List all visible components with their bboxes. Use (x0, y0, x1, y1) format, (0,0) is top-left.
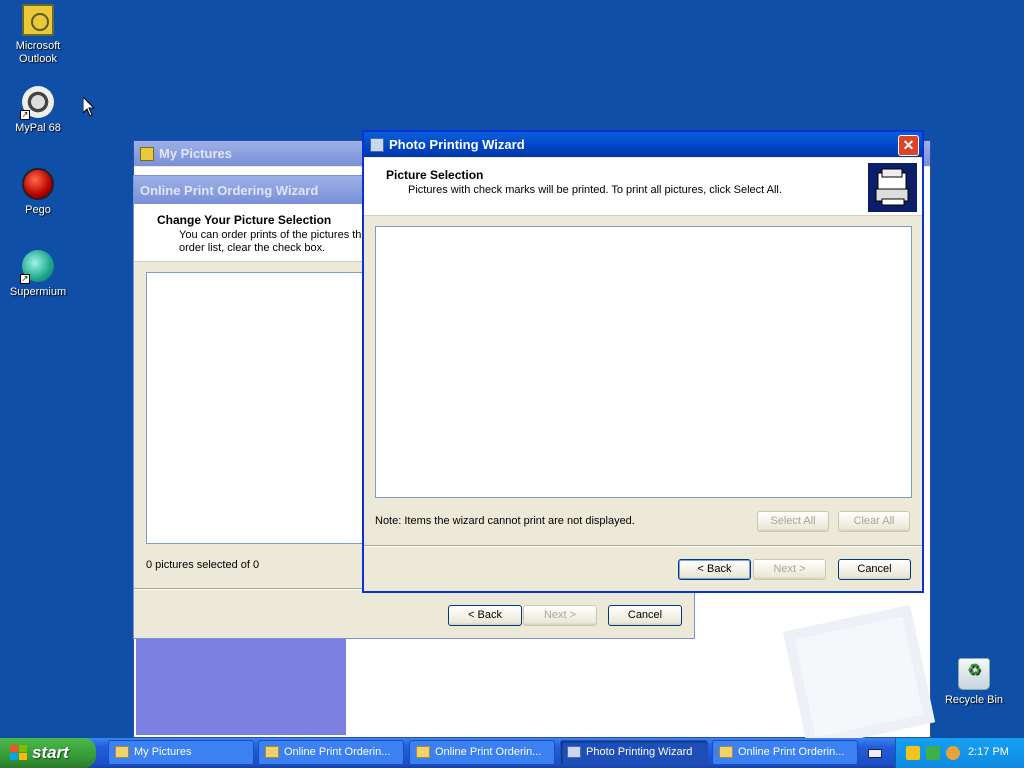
select-all-button[interactable]: Select All (757, 511, 829, 532)
picture-selection-list[interactable] (375, 226, 912, 498)
next-button[interactable]: Next > (523, 605, 597, 626)
mouse-cursor-icon (83, 97, 95, 117)
next-button[interactable]: Next > (753, 559, 826, 580)
folder-icon (140, 146, 154, 161)
clock[interactable]: 2:17 PM (968, 746, 1009, 758)
system-tray: 2:17 PM (895, 738, 1024, 768)
task-label: Photo Printing Wizard (586, 746, 693, 758)
back-button[interactable]: < Back (448, 605, 522, 626)
desktop-icon-label: Microsoft Outlook (15, 40, 61, 65)
taskbar-item-my-pictures[interactable]: My Pictures (108, 740, 254, 765)
taskbar-item-online-print-1[interactable]: Online Print Orderin... (258, 740, 404, 765)
windows-flag-icon (10, 745, 27, 760)
page-heading: Picture Selection (386, 168, 484, 182)
taskbar-item-online-print-3[interactable]: Online Print Orderin... (712, 740, 858, 765)
desktop-icon-pego[interactable]: Pego (0, 168, 76, 217)
photo-printing-titlebar[interactable]: Photo Printing Wizard ✕ (364, 132, 922, 157)
back-button[interactable]: < Back (678, 559, 751, 580)
printer-wizard-icon (868, 163, 917, 212)
cancel-button[interactable]: Cancel (608, 605, 682, 626)
search-icon[interactable] (946, 746, 960, 760)
watermark-picture-icon (782, 604, 936, 750)
page-description-line1: You can order prints of the pictures tha (179, 229, 368, 241)
page-heading: Change Your Picture Selection (157, 213, 332, 227)
task-label: Online Print Orderin... (738, 746, 845, 758)
picture-list[interactable] (146, 272, 366, 544)
wizard-header: Picture Selection Pictures with check ma… (364, 158, 922, 216)
page-description-line2: order list, clear the check box. (179, 242, 326, 254)
folder-icon (115, 746, 129, 758)
printer-icon (370, 137, 384, 152)
pego-icon (22, 168, 54, 200)
photo-printing-wizard-window: Photo Printing Wizard ✕ Picture Selectio… (362, 130, 924, 593)
taskbar-item-online-print-2[interactable]: Online Print Orderin... (409, 740, 555, 765)
keyboard-icon[interactable] (868, 749, 882, 758)
separator (364, 545, 922, 547)
start-label: start (32, 743, 69, 762)
desktop-icon-label: Recycle Bin (944, 694, 1004, 706)
window-title: Photo Printing Wizard (389, 137, 525, 152)
supermium-icon: ↗ (20, 250, 54, 284)
desktop-icon-mypal[interactable]: ↗ MyPal 68 (0, 86, 76, 135)
clear-all-button[interactable]: Clear All (838, 511, 910, 532)
taskbar: start My Pictures Online Print Orderin..… (0, 738, 1024, 768)
desktop-icon-label: Pego (25, 204, 51, 216)
window-title: My Pictures (159, 146, 232, 161)
taskbar-item-photo-printing[interactable]: Photo Printing Wizard (560, 740, 708, 765)
task-label: Online Print Orderin... (435, 746, 542, 758)
window-title: Online Print Ordering Wizard (140, 182, 319, 198)
selection-status: 0 pictures selected of 0 (146, 559, 260, 571)
close-button[interactable]: ✕ (898, 135, 919, 156)
network-icon[interactable] (926, 746, 940, 760)
folder-icon (416, 746, 430, 758)
recycle-bin-icon (958, 658, 990, 690)
desktop-icon-supermium[interactable]: ↗ Supermium (0, 250, 76, 299)
desktop-icon-label: MyPal 68 (15, 122, 61, 134)
note-text: Note: Items the wizard cannot print are … (375, 515, 635, 527)
folder-icon (719, 746, 733, 758)
cancel-button[interactable]: Cancel (838, 559, 911, 580)
task-label: Online Print Orderin... (284, 746, 391, 758)
start-button[interactable]: start (0, 738, 96, 768)
desktop-icon-recycle-bin[interactable]: Recycle Bin (936, 658, 1012, 707)
desktop-icon-outlook[interactable]: Microsoft Outlook (0, 4, 76, 66)
mypal-icon: ↗ (20, 86, 54, 120)
page-description: Pictures with check marks will be printe… (408, 184, 782, 196)
task-label: My Pictures (134, 746, 192, 758)
outlook-icon (22, 4, 54, 36)
folder-icon (265, 746, 279, 758)
blue-sidebar (136, 639, 346, 735)
security-shield-icon[interactable] (906, 746, 920, 760)
printer-icon (567, 746, 581, 758)
desktop-icon-label: Supermium (9, 286, 67, 298)
